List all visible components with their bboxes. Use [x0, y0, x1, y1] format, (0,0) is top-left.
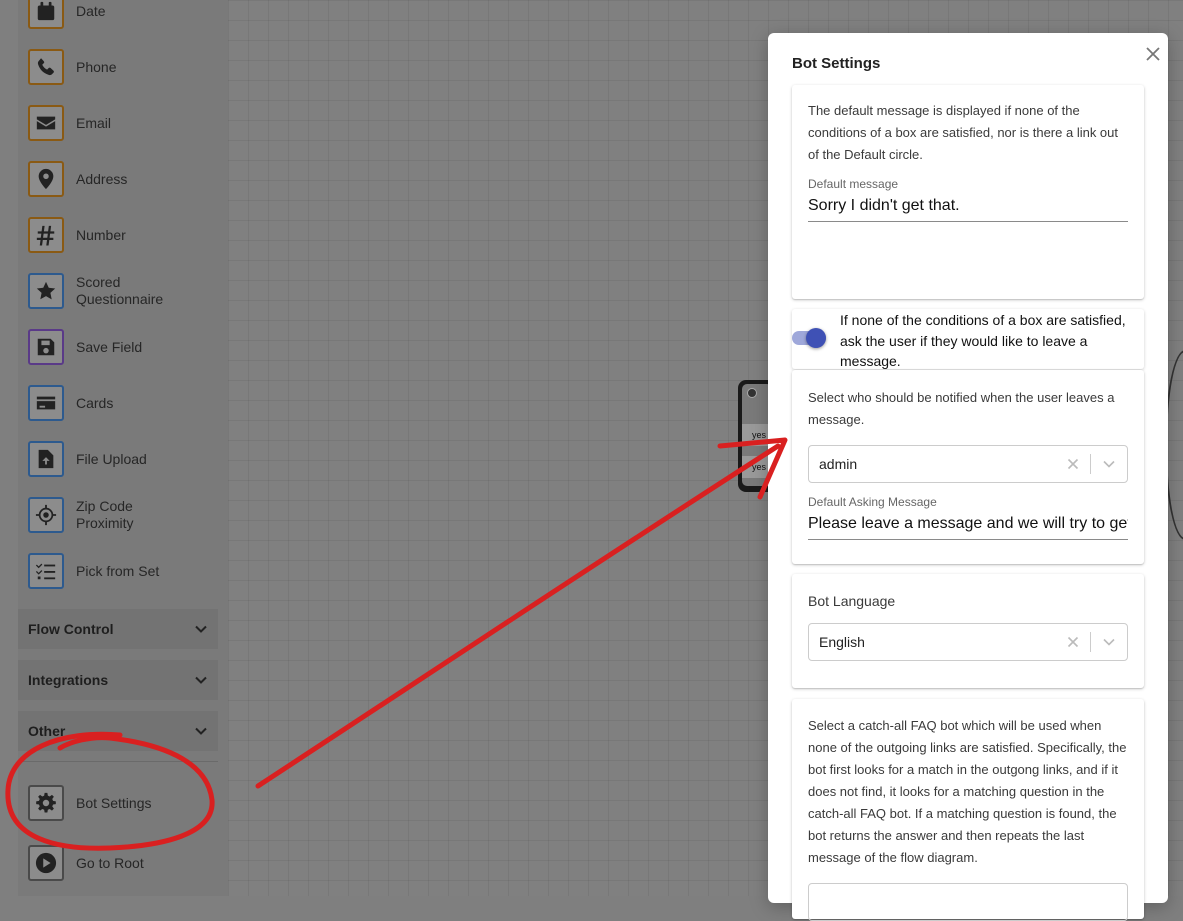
phone-icon [28, 49, 64, 85]
list-check-icon [28, 553, 64, 589]
floppy-disk-icon [28, 329, 64, 365]
notify-user-select-value: admin [819, 456, 858, 472]
chevron-down-icon [195, 676, 207, 684]
palette-item-date[interactable]: Date [28, 0, 186, 31]
default-message-card: The default message is displayed if none… [792, 85, 1144, 299]
bot-language-select[interactable]: English [808, 623, 1128, 661]
palette-item-label: Cards [76, 394, 114, 411]
chevron-down-icon [1103, 638, 1115, 646]
faq-bot-select[interactable] [808, 883, 1128, 921]
close-icon [1146, 47, 1160, 61]
section-label: Flow Control [28, 621, 114, 637]
palette-item-save-field[interactable]: Save Field [28, 327, 186, 367]
node-yes-port[interactable]: yes [742, 424, 768, 446]
go-to-root-button[interactable]: Go to Root [28, 843, 186, 883]
palette-item-label: Number [76, 226, 126, 243]
chevron-down-icon [195, 625, 207, 633]
palette-item-zip-code-proximity[interactable]: Zip Code Proximity [28, 495, 186, 535]
palette-item-phone[interactable]: Phone [28, 47, 186, 87]
leave-message-toggle-row: If none of the conditions of a box are s… [792, 309, 1144, 369]
palette-item-label: Date [76, 2, 106, 19]
palette-item-label: Pick from Set [76, 562, 160, 579]
palette-item-number[interactable]: Number [28, 215, 186, 255]
bot-settings-dialog: Bot Settings The default message is disp… [768, 33, 1168, 921]
palette-item-label: File Upload [76, 450, 147, 467]
palette-item-label: Save Field [76, 338, 143, 355]
palette-item-file-upload[interactable]: File Upload [28, 439, 186, 479]
clear-selection-button[interactable] [1056, 458, 1090, 470]
palette-item-label: Email [76, 114, 112, 131]
notify-user-select[interactable]: admin [808, 445, 1128, 483]
crosshairs-icon [28, 497, 64, 533]
chevron-down-icon [195, 727, 207, 735]
palette-item-cards[interactable]: Cards [28, 383, 186, 423]
map-pin-icon [28, 161, 64, 197]
sidebar-divider [18, 761, 218, 762]
gear-icon [28, 785, 64, 821]
palette-item-label: Scored Questionnaire [76, 274, 164, 307]
bot-language-select-value: English [819, 634, 865, 650]
notify-help: Select who should be notified when the u… [808, 390, 1115, 427]
asking-message-field[interactable]: Please leave a message and we will try t… [808, 511, 1128, 540]
calendar-icon [28, 0, 64, 29]
leave-message-toggle-label: If none of the conditions of a box are s… [840, 312, 1126, 369]
default-message-help: The default message is displayed if none… [808, 103, 1119, 162]
close-icon [1067, 458, 1079, 470]
palette-item-email[interactable]: Email [28, 103, 186, 143]
clear-selection-button[interactable] [1056, 636, 1090, 648]
section-flow-control[interactable]: Flow Control [18, 609, 218, 649]
node-connector-dot[interactable] [747, 388, 757, 398]
file-upload-icon [28, 441, 64, 477]
section-label: Other [28, 723, 66, 739]
play-icon [28, 845, 64, 881]
node-yes-port[interactable]: yes [742, 456, 768, 478]
palette-item-address[interactable]: Address [28, 159, 186, 199]
envelope-icon [28, 105, 64, 141]
palette-item-scored-questionnaire[interactable]: Scored Questionnaire [28, 271, 186, 311]
palette-item-pick-from-set[interactable]: Pick from Set [28, 551, 186, 591]
leave-message-switch[interactable] [806, 328, 826, 348]
palette-item-label: Go to Root [76, 854, 144, 871]
notify-card: Select who should be notified when the u… [792, 370, 1144, 564]
sidebar: Date Phone Email Address Number Scored Q… [18, 0, 228, 896]
default-message-label: Default message [808, 177, 899, 191]
dialog-title: Bot Settings [792, 55, 881, 72]
hashtag-icon [28, 217, 64, 253]
dropdown-toggle[interactable] [1091, 457, 1127, 471]
faq-bot-help: Select a catch-all FAQ bot which will be… [808, 718, 1127, 865]
asking-message-label: Default Asking Message [808, 495, 937, 509]
star-icon [28, 273, 64, 309]
close-button[interactable] [1142, 43, 1164, 65]
section-label: Integrations [28, 672, 109, 688]
bot-language-card: Bot Language English [792, 574, 1144, 688]
palette-item-label: Address [76, 170, 128, 187]
faq-bot-card: Select a catch-all FAQ bot which will be… [792, 699, 1144, 921]
credit-card-icon [28, 385, 64, 421]
section-integrations[interactable]: Integrations [18, 660, 218, 700]
left-gutter [0, 0, 18, 896]
section-other[interactable]: Other [18, 711, 218, 751]
default-message-field[interactable]: Sorry I didn't get that. [808, 193, 1128, 222]
palette-item-label: Phone [76, 58, 117, 75]
chevron-down-icon [1103, 460, 1115, 468]
dropdown-toggle[interactable] [1091, 635, 1127, 649]
bot-language-label: Bot Language [808, 593, 896, 609]
bot-settings-button[interactable]: Bot Settings [28, 783, 186, 823]
close-icon [1067, 636, 1079, 648]
palette-item-label: Bot Settings [76, 794, 152, 811]
palette-item-label: Zip Code Proximity [76, 498, 134, 531]
